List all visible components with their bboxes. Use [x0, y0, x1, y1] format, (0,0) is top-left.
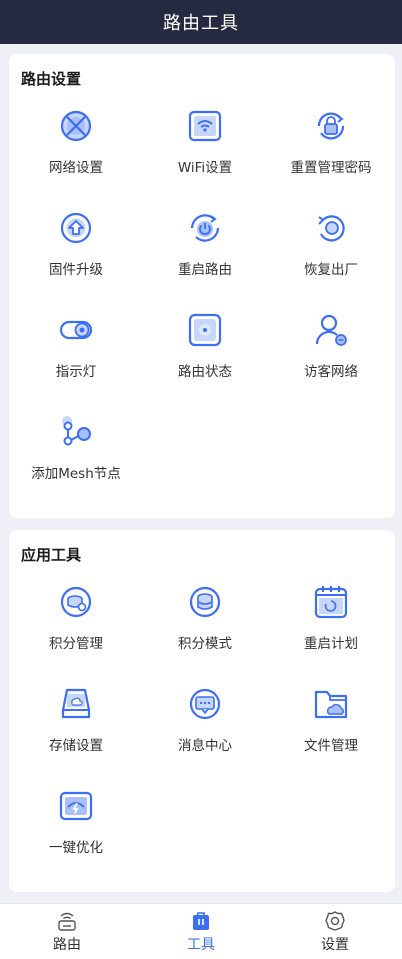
message-icon [187, 686, 223, 722]
tab-label: 设置 [321, 936, 349, 953]
tool-network-settings[interactable]: 网络设置 [9, 108, 143, 210]
firmware-upgrade-icon [58, 210, 94, 246]
tool-label: 一键优化 [49, 840, 103, 856]
tab-tools[interactable]: 工具 [134, 904, 268, 959]
tool-label: 消息中心 [178, 738, 232, 754]
tab-label: 路由 [53, 936, 81, 953]
tool-label: 恢复出厂 [304, 262, 358, 278]
router-settings-grid: 网络设置 WiFi设置 重置管理密码 固件升级 重启路由 恢复出厂 指示灯 路由… [9, 108, 395, 516]
tool-label: 路由状态 [178, 364, 232, 380]
tool-label: 存储设置 [49, 738, 103, 754]
gear-icon [325, 910, 345, 931]
tool-label: 重启路由 [178, 262, 232, 278]
tool-label: 重启计划 [304, 636, 358, 652]
router-settings-card: 路由设置 网络设置 WiFi设置 重置管理密码 固件升级 重启路由 恢复出厂 指… [9, 54, 395, 518]
lock-reset-icon [313, 108, 349, 144]
tool-label: 积分管理 [49, 636, 103, 652]
tool-guest-network[interactable]: 访客网络 [267, 312, 395, 414]
tab-settings[interactable]: 设置 [268, 904, 402, 959]
storage-icon [58, 686, 94, 722]
tool-points-management[interactable]: 积分管理 [9, 584, 143, 686]
tool-label: 网络设置 [49, 160, 103, 176]
network-globe-icon [58, 108, 94, 144]
tool-label: 文件管理 [304, 738, 358, 754]
app-tools-grid: 积分管理 积分模式 重启计划 存储设置 消息中心 文件管理 一键优化 [9, 584, 395, 890]
tool-one-click-optimize[interactable]: 一键优化 [9, 788, 143, 890]
tool-label: 访客网络 [304, 364, 358, 380]
optimize-icon [58, 788, 94, 824]
toolbox-icon [193, 911, 209, 930]
tab-label: 工具 [187, 936, 215, 953]
tool-indicator-light[interactable]: 指示灯 [9, 312, 143, 414]
page-title: 路由工具 [163, 13, 239, 34]
tool-label: WiFi设置 [177, 160, 233, 176]
tool-label: 重置管理密码 [290, 160, 372, 176]
app-tools-card: 应用工具 积分管理 积分模式 重启计划 存储设置 消息中心 文件管理 一键优化 [9, 530, 395, 892]
tool-label: 固件升级 [49, 262, 103, 278]
tool-restart-router[interactable]: 重启路由 [143, 210, 267, 312]
tab-router[interactable]: 路由 [0, 904, 134, 959]
factory-reset-icon [313, 210, 349, 246]
tool-add-mesh-node[interactable]: 添加Mesh节点 [9, 414, 143, 516]
router-icon [58, 912, 76, 931]
router-status-icon [187, 312, 223, 348]
restart-schedule-icon [313, 584, 349, 620]
tool-file-management[interactable]: 文件管理 [267, 686, 395, 788]
indicator-toggle-icon [58, 312, 94, 348]
tool-restart-schedule[interactable]: 重启计划 [267, 584, 395, 686]
tool-storage-settings[interactable]: 存储设置 [9, 686, 143, 788]
restart-power-icon [187, 210, 223, 246]
points-manage-icon [58, 584, 94, 620]
points-mode-icon [187, 584, 223, 620]
tool-label: 积分模式 [178, 636, 232, 652]
tool-label: 指示灯 [55, 364, 97, 380]
tool-reset-password[interactable]: 重置管理密码 [267, 108, 395, 210]
tool-firmware-upgrade[interactable]: 固件升级 [9, 210, 143, 312]
bottom-tab-bar: 路由 工具 设置 [0, 903, 402, 959]
section-title-router-settings: 路由设置 [21, 70, 82, 88]
guest-user-icon [313, 312, 349, 348]
tool-points-mode[interactable]: 积分模式 [143, 584, 267, 686]
tool-message-center[interactable]: 消息中心 [143, 686, 267, 788]
tool-factory-reset[interactable]: 恢复出厂 [267, 210, 395, 312]
tool-wifi-settings[interactable]: WiFi设置 [143, 108, 267, 210]
wifi-icon [187, 108, 223, 144]
file-folder-icon [313, 686, 349, 722]
app-header: 路由工具 [0, 0, 402, 44]
tool-router-status[interactable]: 路由状态 [143, 312, 267, 414]
tool-label: 添加Mesh节点 [31, 466, 121, 482]
mesh-node-icon [58, 414, 94, 450]
section-title-app-tools: 应用工具 [21, 546, 82, 564]
